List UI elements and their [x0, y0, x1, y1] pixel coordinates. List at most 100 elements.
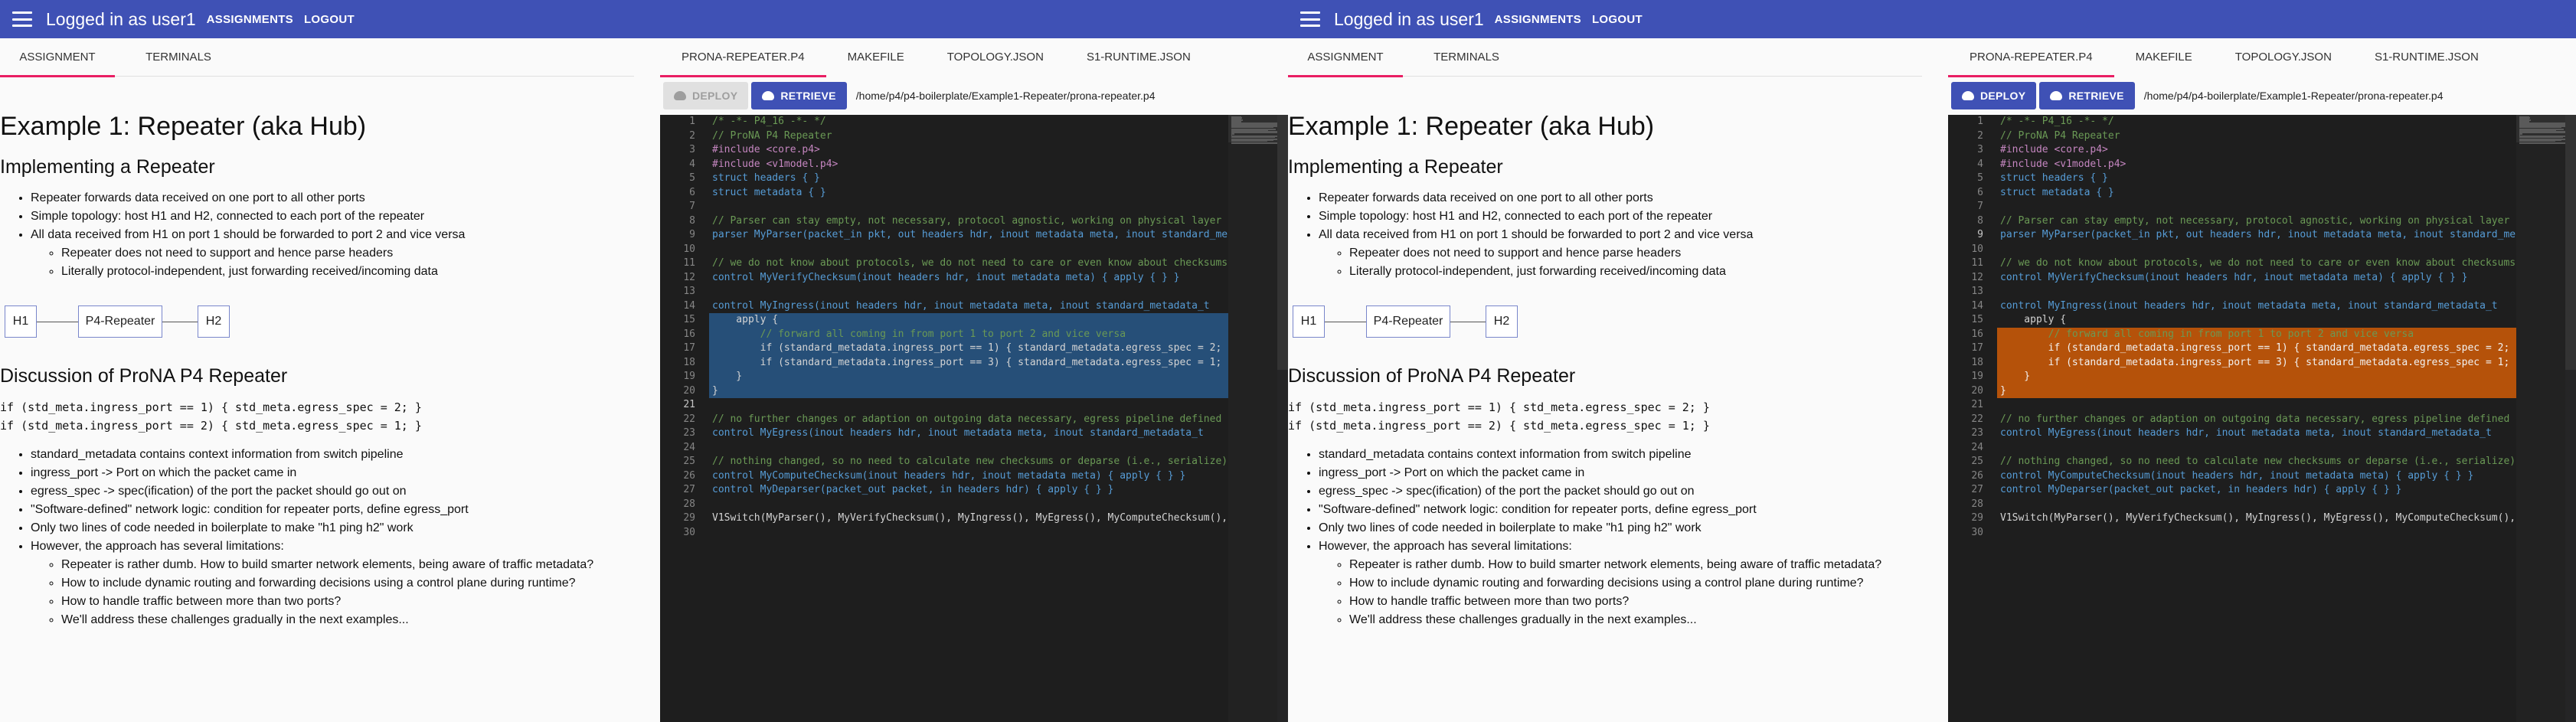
code-line[interactable]: // no further changes or adaption on out…: [709, 413, 1228, 427]
code-area[interactable]: /* -*- P4_16 -*- */// ProNA P4 Repeater #…: [709, 115, 1228, 722]
code-line[interactable]: struct metadata { }: [1997, 186, 2516, 201]
editor-scrollbar[interactable]: [1277, 115, 1288, 722]
code-line[interactable]: // ProNA P4 Repeater: [709, 129, 1228, 144]
code-line[interactable]: control MyComputeChecksum(inout headers …: [1997, 469, 2516, 484]
code-line[interactable]: // forward all coming in from port 1 to …: [709, 327, 1228, 341]
code-line[interactable]: // forward all coming in from port 1 to …: [1997, 327, 2516, 341]
code-line[interactable]: if (standard_metadata.ingress_port == 3)…: [709, 355, 1228, 370]
line-number: 10: [1971, 243, 1983, 255]
code-line[interactable]: control MyIngress(inout headers hdr, ino…: [1997, 299, 2516, 314]
code-line[interactable]: control MyEgress(inout headers hdr, inou…: [709, 426, 1228, 441]
code-line[interactable]: struct headers { }: [709, 172, 1228, 186]
code-line[interactable]: V1Switch(MyParser(), MyVerifyChecksum(),…: [709, 511, 1228, 526]
tab-assignment[interactable]: ASSIGNMENT: [1288, 38, 1403, 77]
line-numbers: 1 2 3 4 5 6 7 8 9 10 11 12 13 14 15 16 17 18 19 20 21 22 23 24 2…: [660, 115, 709, 722]
code-line[interactable]: // we do not know about protocols, we do…: [709, 256, 1228, 271]
menu-icon[interactable]: [1300, 11, 1320, 27]
code-line[interactable]: // nothing changed, so no need to calcul…: [709, 455, 1228, 469]
editor-scrollbar[interactable]: [2565, 115, 2576, 722]
code-line[interactable]: // Parser can stay empty, not necessary,…: [709, 214, 1228, 229]
code-editor[interactable]: 1 2 3 4 5 6 7 8 9 10 11 12 13 14 15 16 17 18 19 20 21 22 23 24 2…: [660, 115, 1288, 722]
deploy-button[interactable]: DEPLOY: [663, 82, 749, 109]
code-line[interactable]: }: [709, 384, 1228, 398]
code-line[interactable]: // nothing changed, so no need to calcul…: [1997, 455, 2516, 469]
code-line[interactable]: control MyComputeChecksum(inout headers …: [709, 469, 1228, 484]
tab-terminals[interactable]: TERMINALS: [1409, 38, 1524, 77]
tab-makefile[interactable]: MAKEFILE: [826, 38, 926, 77]
code-line[interactable]: // Parser can stay empty, not necessary,…: [1997, 214, 2516, 229]
retrieve-button[interactable]: RETRIEVE: [751, 82, 847, 109]
code-line[interactable]: parser MyParser(packet_in pkt, out heade…: [709, 228, 1228, 243]
line-number: 11: [1971, 257, 1983, 269]
code-line[interactable]: /* -*- P4_16 -*- */: [1997, 115, 2516, 129]
code-line[interactable]: /* -*- P4_16 -*- */: [709, 115, 1228, 129]
code-line[interactable]: [1997, 285, 2516, 299]
code-line[interactable]: }: [709, 370, 1228, 384]
logout-link[interactable]: LOGOUT: [1592, 13, 1643, 26]
tab-topology[interactable]: TOPOLOGY.JSON: [926, 38, 1065, 77]
code-line[interactable]: [709, 526, 1228, 541]
code-line[interactable]: [1997, 526, 2516, 541]
line-number: 17: [683, 342, 695, 354]
code-line[interactable]: control MyDeparser(packet_out packet, in…: [709, 483, 1228, 498]
code-line[interactable]: apply {: [709, 313, 1228, 328]
code-line[interactable]: }: [1997, 370, 2516, 384]
tab-s1-runtime[interactable]: S1-RUNTIME.JSON: [2353, 38, 2500, 77]
tab-makefile[interactable]: MAKEFILE: [2114, 38, 2214, 77]
code-line[interactable]: control MyVerifyChecksum(inout headers h…: [709, 271, 1228, 286]
logout-link[interactable]: LOGOUT: [304, 13, 355, 26]
code-line[interactable]: }: [1997, 384, 2516, 398]
code-line[interactable]: [709, 441, 1228, 456]
tab-s1-runtime[interactable]: S1-RUNTIME.JSON: [1065, 38, 1212, 77]
code-line[interactable]: control MyDeparser(packet_out packet, in…: [1997, 483, 2516, 498]
code-line[interactable]: #include <core.p4>: [709, 143, 1228, 158]
code-line[interactable]: control MyVerifyChecksum(inout headers h…: [1997, 271, 2516, 286]
code-line[interactable]: V1Switch(MyParser(), MyVerifyChecksum(),…: [1997, 511, 2516, 526]
code-line[interactable]: [709, 285, 1228, 299]
assignments-link[interactable]: ASSIGNMENTS: [207, 13, 293, 26]
retrieve-button[interactable]: RETRIEVE: [2039, 82, 2135, 109]
file-tabs: PRONA-REPEATER.P4 MAKEFILE TOPOLOGY.JSON…: [660, 38, 1288, 77]
code-line[interactable]: // ProNA P4 Repeater: [1997, 129, 2516, 144]
code-line[interactable]: apply {: [1997, 313, 2516, 328]
code-line[interactable]: #include <v1model.p4>: [1997, 158, 2516, 172]
code-line[interactable]: [1997, 441, 2516, 456]
menu-icon[interactable]: [12, 11, 32, 27]
deploy-button[interactable]: DEPLOY: [1951, 82, 2037, 109]
line-number: 23: [683, 427, 695, 439]
code-line[interactable]: control MyIngress(inout headers hdr, ino…: [709, 299, 1228, 314]
tab-assignment[interactable]: ASSIGNMENT: [0, 38, 115, 77]
code-line[interactable]: [1997, 398, 2516, 413]
line-number: 15: [683, 314, 695, 325]
assignments-link[interactable]: ASSIGNMENTS: [1495, 13, 1581, 26]
tab-prona-repeater[interactable]: PRONA-REPEATER.P4: [660, 38, 826, 77]
tab-prona-repeater[interactable]: PRONA-REPEATER.P4: [1948, 38, 2114, 77]
code-line[interactable]: if (standard_metadata.ingress_port == 1)…: [1997, 341, 2516, 356]
code-line[interactable]: [709, 243, 1228, 257]
code-line[interactable]: struct metadata { }: [709, 186, 1228, 201]
code-line[interactable]: [1997, 243, 2516, 257]
code-line[interactable]: if (standard_metadata.ingress_port == 3)…: [1997, 355, 2516, 370]
code-line[interactable]: [1997, 200, 2516, 214]
code-line[interactable]: parser MyParser(packet_in pkt, out heade…: [1997, 228, 2516, 243]
line-number: 25: [1971, 456, 1983, 467]
code-line[interactable]: // we do not know about protocols, we do…: [1997, 256, 2516, 271]
line-number: 16: [683, 328, 695, 340]
code-line[interactable]: control MyEgress(inout headers hdr, inou…: [1997, 426, 2516, 441]
code-line[interactable]: [709, 200, 1228, 214]
code-line[interactable]: [709, 498, 1228, 512]
code-line[interactable]: [709, 398, 1228, 413]
section2-list: standard_metadata contains context infor…: [31, 446, 634, 629]
line-number: 18: [683, 356, 695, 368]
line-number: 6: [1977, 186, 1983, 198]
tab-terminals[interactable]: TERMINALS: [121, 38, 236, 77]
code-editor[interactable]: 1 2 3 4 5 6 7 8 9 10 11 12 13 14 15 16 17 18 19 20 21 22 23 24 2…: [1948, 115, 2576, 722]
tab-topology[interactable]: TOPOLOGY.JSON: [2214, 38, 2353, 77]
code-line[interactable]: #include <core.p4>: [1997, 143, 2516, 158]
code-line[interactable]: // no further changes or adaption on out…: [1997, 413, 2516, 427]
code-line[interactable]: if (standard_metadata.ingress_port == 1)…: [709, 341, 1228, 356]
code-line[interactable]: struct headers { }: [1997, 172, 2516, 186]
code-line[interactable]: #include <v1model.p4>: [709, 158, 1228, 172]
code-line[interactable]: [1997, 498, 2516, 512]
code-area[interactable]: /* -*- P4_16 -*- */// ProNA P4 Repeater #…: [1997, 115, 2516, 722]
